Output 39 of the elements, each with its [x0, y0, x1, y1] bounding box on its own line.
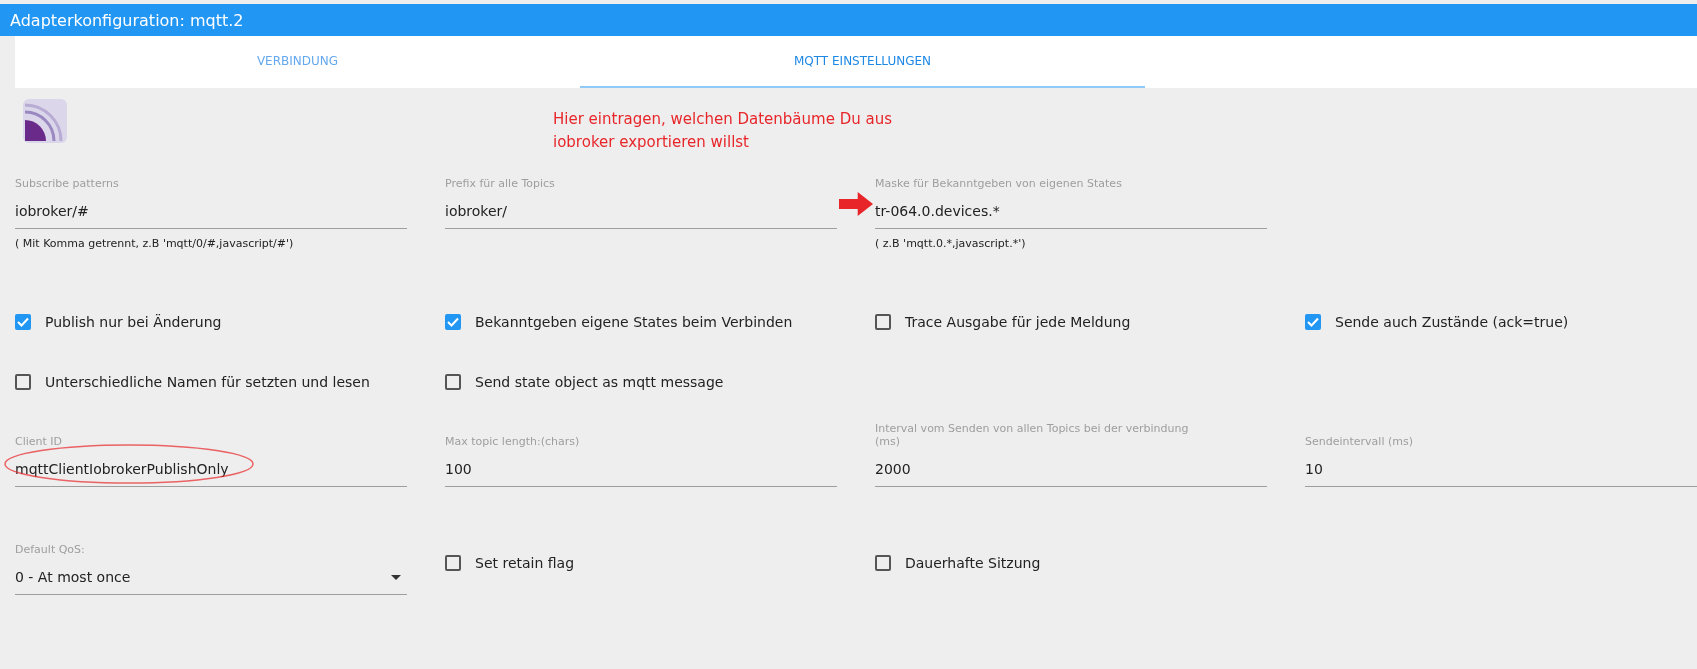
input-field[interactable]: tr-064.0.devices.* [875, 194, 1267, 229]
input-field[interactable]: 2000 [875, 452, 1267, 487]
checkbox[interactable] [445, 554, 461, 571]
checkbox-option[interactable]: Unterschiedliche Namen für setzten und lesen [15, 362, 407, 402]
checkbox[interactable] [875, 554, 891, 571]
checkbox[interactable] [445, 314, 461, 330]
checkbox-option[interactable]: Trace Ausgabe für jede Meldung [875, 302, 1267, 342]
checkbox[interactable] [875, 314, 891, 330]
checkbox-option[interactable]: Bekanntgeben eigene States beim Verbinden [445, 302, 837, 342]
select-field[interactable]: 0 - At most once [15, 560, 407, 595]
annotation-text: Hier eintragen, welchen Datenbäume Du aus iobroker exportieren willst [553, 109, 893, 153]
field-label: Default QoS: [15, 542, 86, 558]
checkbox[interactable] [15, 374, 31, 390]
field-label: Maske für Bekanntgeben von eigenen States [875, 176, 1123, 192]
field-label: Interval vom Senden von allen Topics bei der verbindung (ms) [875, 422, 1190, 450]
checkbox[interactable] [1305, 314, 1321, 330]
rss-waves-icon [22, 98, 68, 144]
checkbox-option[interactable]: Dauerhafte Sitzung [875, 542, 1267, 583]
field-label: Prefix für alle Topics [445, 176, 556, 192]
annotation-arrow [839, 191, 873, 217]
input-field[interactable]: iobroker/# [15, 194, 407, 229]
checkbox-option[interactable]: Publish nur bei Änderung [15, 302, 407, 342]
window-title: Adapterkonfiguration: mqtt.2 [10, 10, 244, 30]
checkbox-option[interactable]: Sende auch Zustände (ack=true) [1305, 302, 1697, 342]
input-field[interactable]: iobroker/ [445, 194, 837, 229]
field-label: Client ID [15, 434, 64, 450]
field-label: Max topic length:(chars) [445, 434, 581, 450]
checkbox-option[interactable]: Send state object as mqtt message [445, 362, 837, 402]
checkbox-option[interactable]: Set retain flag [445, 542, 837, 583]
checkbox[interactable] [445, 374, 461, 390]
helper-text: ( Mit Komma getrennt, z.B 'mqtt/0/#,javascript/#') [15, 237, 295, 250]
field-label: Subscribe patterns [15, 176, 120, 192]
dropdown-caret-icon [391, 574, 401, 580]
helper-text: ( z.B 'mqtt.0.*,javascript.*') [875, 237, 1027, 250]
input-field[interactable]: 10 [1305, 452, 1697, 487]
field-label: Sendeintervall (ms) [1305, 434, 1414, 450]
checkbox[interactable] [15, 314, 31, 330]
input-field[interactable]: 100 [445, 452, 837, 487]
input-field[interactable]: mqttClientIobrokerPublishOnly [15, 452, 407, 487]
